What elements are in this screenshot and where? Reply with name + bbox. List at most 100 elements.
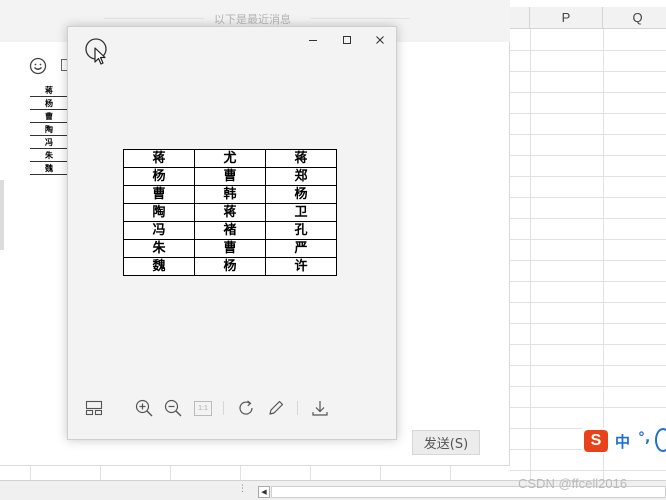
grid-column-line [450, 466, 451, 480]
minimize-button[interactable] [298, 27, 328, 53]
image-table-row: 冯褚孔 [123, 221, 337, 240]
thumbnail-cell: 魏 [30, 161, 68, 175]
rotate-button[interactable] [235, 397, 257, 419]
image-table-cell: 尤 [194, 149, 266, 168]
rotate-icon [239, 400, 253, 415]
grid-column-line [310, 466, 311, 480]
ime-mode-toggle[interactable]: 中 [615, 431, 630, 452]
image-table-cell: 蒋 [265, 149, 337, 168]
toolbar-divider [223, 401, 224, 415]
grid-row-line [510, 344, 666, 345]
close-button[interactable] [365, 27, 395, 53]
image-table-row: 蒋尤蒋 [123, 149, 337, 168]
image-table-cell: 卫 [265, 203, 337, 222]
ime-logo-icon[interactable]: S [584, 430, 608, 452]
image-table-cell: 蒋 [194, 203, 266, 222]
image-table-row: 杨曹郑 [123, 167, 337, 186]
image-table-cell: 朱 [123, 239, 195, 258]
image-table-cell: 杨 [194, 257, 266, 276]
grid-row-line [510, 71, 666, 72]
column-header-p[interactable]: P [530, 7, 603, 29]
image-viewer-window: 蒋尤蒋杨曹郑曹韩杨陶蒋卫冯褚孔朱曹严魏杨许 1:1 [67, 26, 397, 440]
image-table-cell: 蒋 [123, 149, 195, 168]
thumbnail-cell: 朱 [30, 148, 68, 162]
drag-handle-icon[interactable]: ⋮ [238, 484, 247, 494]
zoom-in-icon [135, 399, 153, 417]
grid-column-line [170, 466, 171, 480]
image-table-cell: 郑 [265, 167, 337, 186]
grid-column-line [30, 466, 31, 480]
grid-row-line [510, 470, 666, 471]
column-header-blank[interactable] [510, 7, 530, 29]
ime-punctuation-toggle[interactable]: °, [638, 430, 650, 446]
grid-row-line [510, 50, 666, 51]
image-table-cell: 魏 [123, 257, 195, 276]
message-thumbnail-table[interactable]: 蒋杨曹陶冯朱魏 [30, 84, 68, 175]
column-header-p-label: P [561, 10, 571, 25]
grid-column-line [530, 29, 531, 480]
grid-row-line [510, 386, 666, 387]
thumbnail-row: 冯 [30, 135, 68, 149]
grid-row-line [510, 155, 666, 156]
image-table-row: 陶蒋卫 [123, 203, 337, 222]
send-button[interactable]: 发送(S) [412, 430, 480, 455]
toolbar-divider [297, 401, 298, 415]
zoom-in-button[interactable] [133, 397, 155, 419]
thumbnail-cell: 冯 [30, 135, 68, 149]
image-table-cell: 韩 [194, 185, 266, 204]
image-table-cell: 曹 [194, 239, 266, 258]
grid-column-line [100, 466, 101, 480]
thumbnail-cell: 蒋 [30, 84, 68, 97]
cursor-icon [84, 37, 114, 67]
image-table-cell: 杨 [265, 185, 337, 204]
watermark-text: CSDN @ffcell2016 [518, 476, 628, 491]
column-header-q[interactable]: Q [603, 7, 666, 29]
divider [310, 18, 410, 19]
maximize-button[interactable] [332, 27, 362, 53]
viewed-image-table: 蒋尤蒋杨曹郑曹韩杨陶蒋卫冯褚孔朱曹严魏杨许 [123, 149, 337, 276]
scroll-left-button[interactable]: ◀ [258, 486, 270, 498]
grid-column-line [603, 29, 604, 480]
grid-row-line [510, 407, 666, 408]
thumbnail-cell: 陶 [30, 122, 68, 136]
thumbnails-icon [85, 400, 103, 416]
minimize-icon [309, 40, 317, 41]
thumbnails-button[interactable] [83, 397, 105, 419]
image-table-cell: 许 [265, 257, 337, 276]
grid-row-line [510, 365, 666, 366]
image-table-row: 曹韩杨 [123, 185, 337, 204]
divider [104, 18, 204, 19]
grid-row-line [510, 281, 666, 282]
maximize-icon [343, 36, 351, 44]
ime-extra-icon[interactable] [655, 428, 666, 452]
grid-column-line [380, 466, 381, 480]
download-button[interactable] [309, 397, 331, 419]
download-icon [312, 401, 328, 416]
image-table-row: 魏杨许 [123, 257, 337, 276]
image-table-cell: 曹 [194, 167, 266, 186]
zoom-out-button[interactable] [162, 397, 184, 419]
thumbnail-row: 魏 [30, 161, 68, 175]
thumbnail-row: 陶 [30, 122, 68, 136]
actual-size-icon: 1:1 [194, 400, 212, 416]
grid-row-line [510, 176, 666, 177]
emoji-icon[interactable] [29, 57, 47, 75]
edit-button[interactable] [265, 397, 287, 419]
grid-row-line [510, 260, 666, 261]
edit-pen-icon [269, 400, 284, 415]
scroll-handle[interactable] [0, 180, 4, 250]
image-table-cell: 褚 [194, 221, 266, 240]
grid-row-line [510, 218, 666, 219]
thumbnail-cell: 曹 [30, 109, 68, 123]
recent-messages-label: 以下是最近消息 [214, 13, 291, 26]
thumbnail-cell: 杨 [30, 96, 68, 110]
grid-row-line [510, 134, 666, 135]
zoom-out-icon [164, 399, 182, 417]
image-table-cell: 陶 [123, 203, 195, 222]
thumbnail-row: 曹 [30, 109, 68, 123]
thumbnail-row: 朱 [30, 148, 68, 162]
actual-size-button[interactable]: 1:1 [192, 397, 214, 419]
grid-row-line [510, 323, 666, 324]
thumbnail-row: 蒋 [30, 84, 68, 97]
grid-row-line [510, 197, 666, 198]
